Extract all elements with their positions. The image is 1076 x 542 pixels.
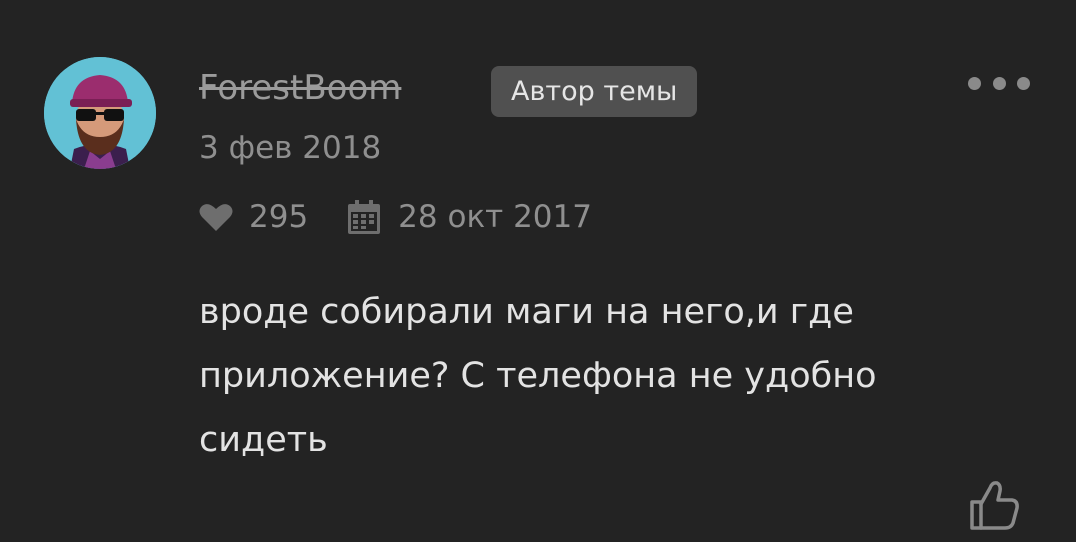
- more-dot: [992, 76, 1006, 90]
- more-dot: [968, 76, 981, 90]
- comment-post: ForestBoom Автор темы 3 фев 2018 295 28 …: [0, 0, 1076, 542]
- author-stats: 295 28 окт 2017: [199, 194, 592, 240]
- avatar-image: [44, 57, 156, 169]
- more-dots-icon[interactable]: [968, 70, 1030, 96]
- thumbs-up-icon[interactable]: [968, 478, 1022, 532]
- likes-count: 295: [249, 199, 309, 235]
- post-date: 3 фев 2018: [199, 130, 382, 166]
- author-username[interactable]: ForestBoom: [199, 64, 401, 112]
- avatar[interactable]: [44, 57, 156, 169]
- more-dot: [1017, 76, 1030, 90]
- joined-date: 28 окт 2017: [398, 199, 592, 235]
- calendar-icon: [348, 200, 381, 234]
- heart-icon: [199, 202, 233, 232]
- topic-author-badge: Автор темы: [491, 66, 698, 117]
- message-text: вроде собирали маги на него,и где прилож…: [199, 292, 877, 460]
